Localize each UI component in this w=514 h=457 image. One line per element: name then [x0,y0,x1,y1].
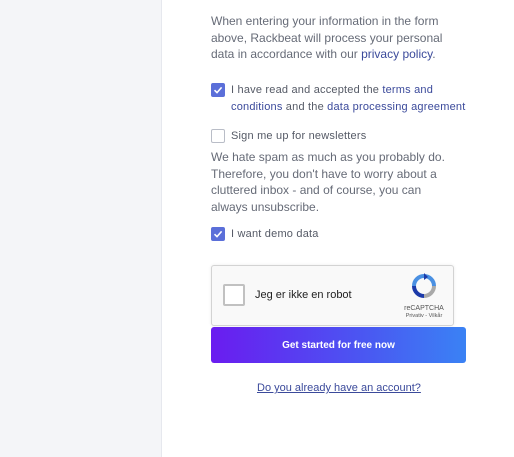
privacy-notice: When entering your information in the fo… [211,13,467,63]
terms-checkbox[interactable] [211,83,225,97]
existing-account-link[interactable]: Do you already have an account? [257,382,421,394]
recaptcha-brand: reCAPTCHA [404,305,444,312]
demo-data-label: I want demo data [231,228,319,240]
get-started-button[interactable]: Get started for free now [211,327,466,363]
privacy-policy-link[interactable]: privacy policy [361,47,432,61]
newsletter-note: We hate spam as much as you probably do.… [211,150,445,214]
terms-label: I have read and accepted the terms and c… [231,82,471,115]
demo-data-checkbox[interactable] [211,227,225,241]
terms-checkbox-row: I have read and accepted the terms and c… [211,82,471,115]
newsletter-checkbox[interactable] [211,129,225,143]
data-processing-agreement-link[interactable]: data processing agreement [327,101,465,113]
privacy-notice-end: . [432,47,436,61]
recaptcha-widget: Jeg er ikke en robot reCAPTCHA Privativ … [211,265,454,326]
recaptcha-checkbox[interactable] [223,284,245,306]
recaptcha-icon [412,273,436,298]
checkmark-icon [213,86,223,94]
demo-data-checkbox-row: I want demo data [211,226,319,243]
terms-text: I have read and accepted the [231,84,383,96]
checkmark-icon [213,230,223,238]
terms-middle-text: and the [282,100,328,113]
newsletter-checkbox-row: Sign me up for newsletters [211,128,366,145]
recaptcha-label: Jeg er ikke en robot [255,289,352,301]
signup-panel: When entering your information in the fo… [161,0,514,457]
newsletter-label: Sign me up for newsletters [231,130,367,142]
recaptcha-terms-link[interactable]: Privativ - Vilkår [404,313,444,319]
recaptcha-logo: reCAPTCHA Privativ - Vilkår [404,273,444,319]
